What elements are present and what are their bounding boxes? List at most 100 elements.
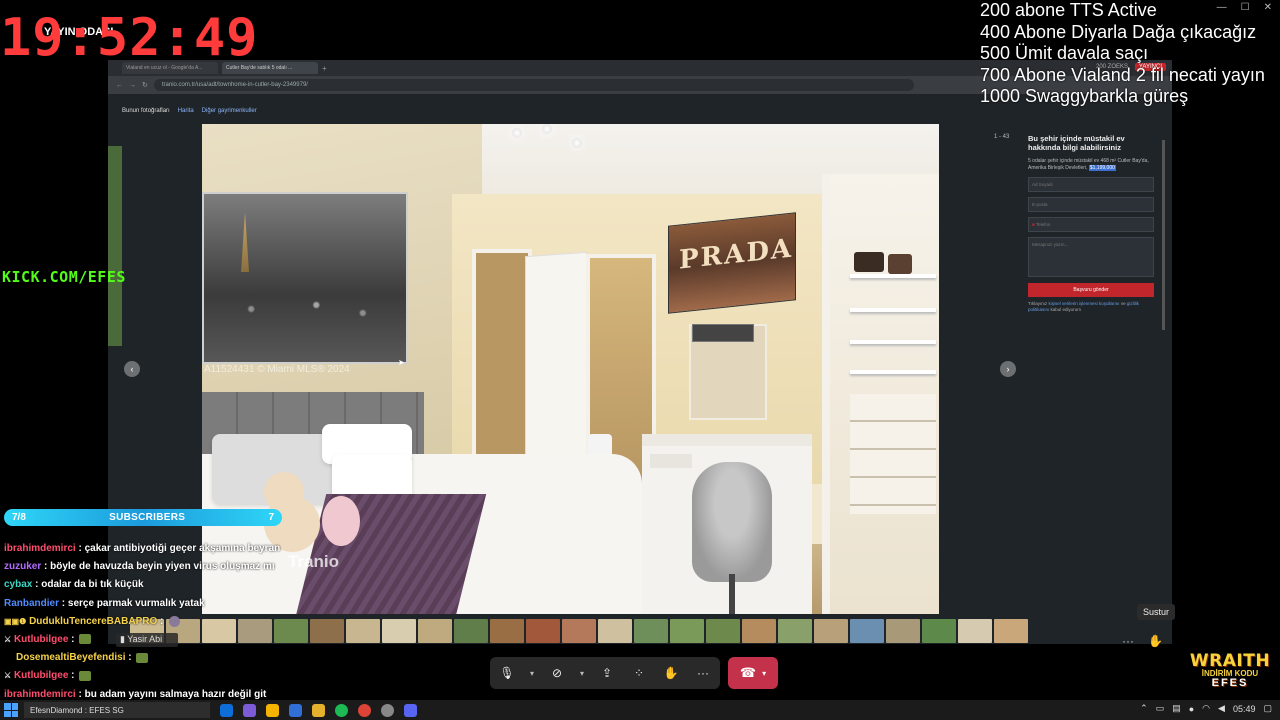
ceiling-light bbox=[572, 138, 582, 148]
volume-icon[interactable]: ◀ bbox=[1218, 703, 1225, 714]
thumbnail[interactable] bbox=[994, 619, 1028, 643]
minimize-icon[interactable]: — bbox=[1217, 2, 1227, 13]
emote-icon bbox=[136, 652, 149, 663]
reload-icon[interactable]: ↻ bbox=[142, 81, 148, 89]
more-options-icon[interactable]: ··· bbox=[1122, 634, 1134, 648]
prada-painting: PRADA bbox=[668, 212, 796, 314]
mute-participant-icon[interactable]: ✋ bbox=[1148, 634, 1164, 650]
thumbnail[interactable] bbox=[382, 619, 416, 643]
gallery-tab-map[interactable]: Harita bbox=[178, 108, 194, 114]
subscriber-goals: 200 abone TTS Active 400 Abone Diyarla D… bbox=[980, 0, 1265, 108]
thumbnail[interactable] bbox=[706, 619, 740, 643]
flag-icon[interactable]: ■ bbox=[1032, 222, 1035, 227]
gallery-tab-other[interactable]: Diğer gayrimenkuller bbox=[202, 108, 257, 114]
email-field[interactable]: E-posta bbox=[1028, 197, 1154, 212]
thumbnail[interactable] bbox=[958, 619, 992, 643]
microphone-tray-icon[interactable]: ● bbox=[1189, 704, 1194, 714]
start-button[interactable] bbox=[4, 703, 18, 717]
now-playing[interactable]: EfesnDiamond : EFES SG bbox=[24, 702, 210, 718]
chat-text: serçe parmak vurmalık yatak bbox=[67, 597, 205, 609]
hang-up-icon: ☎ bbox=[739, 665, 757, 680]
obs-icon[interactable] bbox=[381, 703, 394, 717]
new-tab-icon[interactable]: + bbox=[322, 64, 327, 73]
camera-off-icon[interactable]: ⊘ bbox=[548, 664, 566, 682]
raise-hand-icon[interactable]: ✋ bbox=[662, 664, 680, 682]
thumbnail[interactable] bbox=[598, 619, 632, 643]
chat-message: zuzuker : böyle de havuzda beyin yiyen v… bbox=[4, 561, 275, 573]
tray-app-icon[interactable]: ▭ bbox=[1156, 703, 1165, 714]
sword-badge-icon: ⚔ bbox=[4, 635, 12, 645]
thumbnail[interactable] bbox=[742, 619, 776, 643]
thumbnail[interactable] bbox=[670, 619, 704, 643]
spotify-icon[interactable] bbox=[335, 703, 348, 717]
background-thumbnail bbox=[108, 146, 122, 346]
thumbnail[interactable] bbox=[490, 619, 524, 643]
mute-tooltip: Sustur bbox=[1137, 604, 1176, 620]
speaker-icon: ▮ bbox=[120, 634, 125, 644]
emote-icon bbox=[79, 634, 92, 645]
paris-painting bbox=[202, 192, 408, 364]
listing-photo[interactable]: PRADA A11524431 © Miami MLS® 2024 Tranio… bbox=[202, 124, 939, 614]
phone-field[interactable]: ■ Telefon bbox=[1028, 217, 1154, 232]
message-field[interactable]: Mesajınızı yazın... bbox=[1028, 237, 1154, 277]
app-icon[interactable] bbox=[243, 703, 256, 717]
thumbnail[interactable] bbox=[526, 619, 560, 643]
thumbnail[interactable] bbox=[634, 619, 668, 643]
thumbnail[interactable] bbox=[562, 619, 596, 643]
close-icon[interactable]: ✕ bbox=[1264, 2, 1272, 13]
chat-text: böyle de havuzda beyin yiyen virus oluşm… bbox=[50, 561, 275, 573]
gallery-tab-photos[interactable]: Bunun fotoğrafları bbox=[122, 108, 170, 114]
microphone-icon[interactable]: 🎙 bbox=[498, 664, 516, 682]
emote-icon bbox=[79, 670, 92, 681]
chevron-down-icon[interactable]: ▾ bbox=[530, 669, 534, 678]
form-title: Bu şehir içinde müstakil ev hakkında bil… bbox=[1028, 134, 1125, 152]
consent-note: Tıklayınız kişisel verilerin işlenmesi k… bbox=[1028, 301, 1139, 312]
wifi-icon[interactable]: ◠ bbox=[1202, 703, 1210, 714]
name-field[interactable]: Ad Soyadı bbox=[1028, 177, 1154, 192]
gallery-nav: Bunun fotoğrafları Harita Diğer gayrimen… bbox=[122, 108, 257, 114]
chat-message: ▣▣❶ DudukluTencereBABAPRO : bbox=[4, 613, 304, 631]
file-explorer-icon[interactable] bbox=[312, 703, 325, 717]
inquiry-form: Bu şehir içinde müstakil ev hakkında bil… bbox=[1028, 134, 1154, 313]
back-icon[interactable]: ← bbox=[116, 82, 123, 89]
clock-time[interactable]: 05:49 bbox=[1233, 704, 1256, 714]
hang-up-button[interactable]: ☎ ▾ bbox=[728, 657, 779, 689]
subscribers-count-right: 7 bbox=[268, 512, 274, 523]
outlook-icon[interactable] bbox=[289, 703, 302, 717]
chevron-up-icon[interactable]: ⌃ bbox=[1140, 703, 1148, 714]
folder-icon[interactable] bbox=[266, 703, 279, 717]
thumbnail[interactable] bbox=[310, 619, 344, 643]
thumbnail[interactable] bbox=[886, 619, 920, 643]
chat-username: Kutlubilgee bbox=[13, 634, 69, 646]
maximize-icon[interactable]: ☐ bbox=[1241, 2, 1250, 13]
goal-line: 700 Abone Vialand 2 fil necati yayın bbox=[980, 64, 1265, 85]
more-icon[interactable]: ··· bbox=[694, 664, 712, 682]
form-description: 5 odalar şehir içinde müstakil ev 468 m²… bbox=[1028, 158, 1149, 171]
chat-text: bu adam yayını salmaya hazır değil git bbox=[84, 688, 267, 700]
thumbnail[interactable] bbox=[814, 619, 848, 643]
apps-icon[interactable]: ⁘ bbox=[630, 664, 648, 682]
notification-icon[interactable]: ▢ bbox=[1263, 703, 1272, 714]
thumbnail[interactable] bbox=[850, 619, 884, 643]
forward-icon[interactable]: → bbox=[129, 82, 136, 89]
chevron-down-icon[interactable]: ▾ bbox=[762, 669, 766, 678]
closet-drawers bbox=[850, 394, 936, 514]
submit-button[interactable]: Başvuru gönder bbox=[1028, 283, 1154, 297]
discord-icon[interactable] bbox=[404, 703, 417, 717]
chrome-icon[interactable] bbox=[358, 703, 371, 717]
privacy-terms-link[interactable]: kişisel verilerin işlenmesi koşullarını bbox=[1049, 301, 1120, 306]
url-field[interactable]: tranio.com.tr/usa/adt/townhome-in-cutler… bbox=[153, 79, 914, 91]
speaker-label: ▮ Yasir Abi bbox=[116, 633, 178, 647]
thumbnail[interactable] bbox=[454, 619, 488, 643]
network-icon[interactable]: ▤ bbox=[1172, 703, 1181, 714]
thumbnail[interactable] bbox=[922, 619, 956, 643]
prev-photo-arrow-icon[interactable]: ‹ bbox=[124, 361, 140, 377]
thumbnail[interactable] bbox=[346, 619, 380, 643]
thumbnail[interactable] bbox=[418, 619, 452, 643]
share-screen-icon[interactable]: ⇪ bbox=[598, 664, 616, 682]
edge-icon[interactable] bbox=[220, 703, 233, 717]
chevron-down-icon[interactable]: ▾ bbox=[580, 669, 584, 678]
thumbnail[interactable] bbox=[778, 619, 812, 643]
form-scrollbar[interactable] bbox=[1162, 140, 1165, 330]
next-photo-arrow-icon[interactable]: › bbox=[1000, 361, 1016, 377]
